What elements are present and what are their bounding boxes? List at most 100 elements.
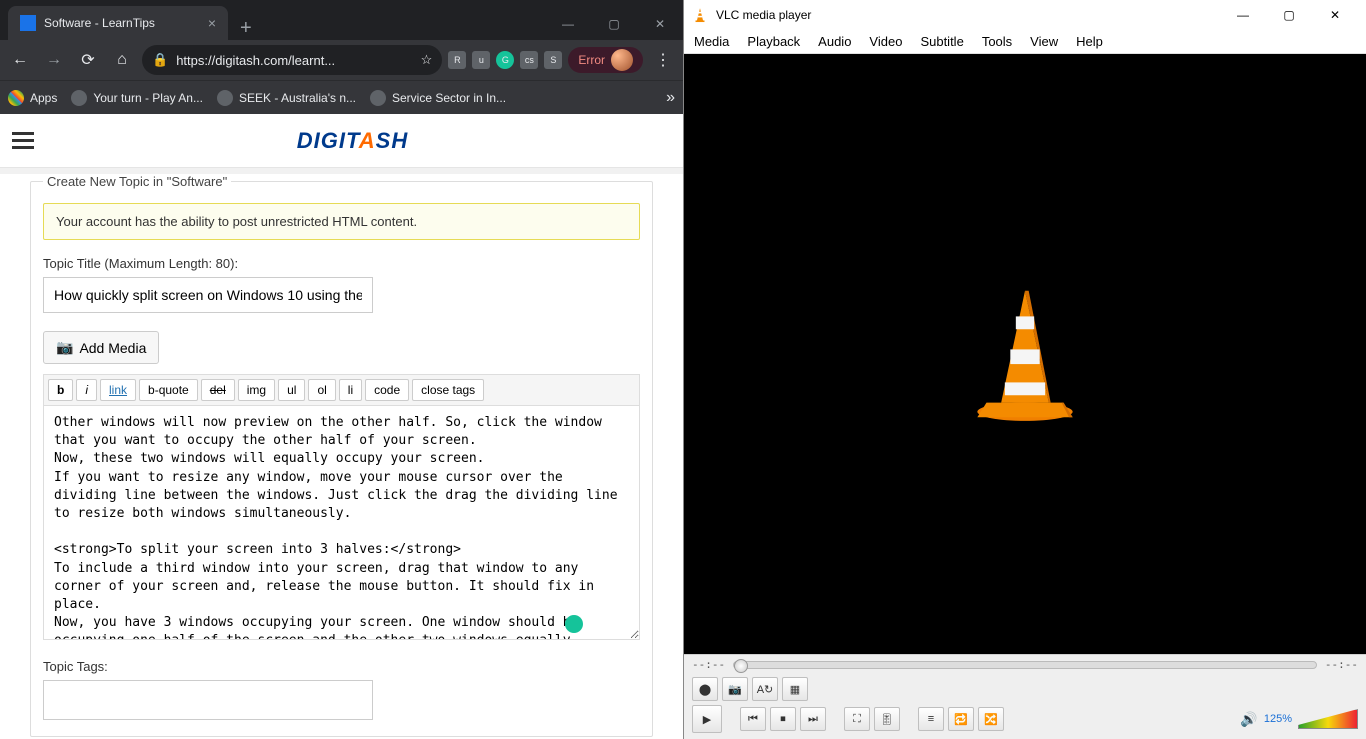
profile-avatar[interactable] [611,49,633,71]
reload-button[interactable]: ⟳ [74,46,102,74]
vlc-secondary-row: ⬤ 📷 A↻ ▦ [684,674,1366,701]
error-badge[interactable]: Error [568,47,643,73]
maximize-button[interactable]: ▢ [591,8,637,40]
vlc-seek-row: --:-- --:-- [684,655,1366,674]
bookmark-label: Service Sector in In... [392,91,506,105]
grammarly-ext-icon[interactable]: G [496,51,514,69]
quicktags-toolbar: b i link b-quote del img ul ol li code c… [43,374,640,405]
stop-button[interactable]: ⏹ [770,707,796,731]
bookmark-apps[interactable]: Apps [8,90,57,106]
vlc-menubar: Media Playback Audio Video Subtitle Tool… [684,30,1366,54]
tags-label: Topic Tags: [43,659,640,674]
atob-button[interactable]: A↻ [752,677,778,701]
qt-italic-button[interactable]: i [76,379,97,401]
extension-icon-4[interactable]: S [544,51,562,69]
star-icon[interactable]: ☆ [421,52,433,68]
add-media-button[interactable]: 📷 Add Media [43,331,159,364]
chrome-window-controls: — ▢ ✕ [545,8,683,40]
qt-bold-button[interactable]: b [48,379,73,401]
topic-tags-input[interactable] [43,680,373,720]
topic-title-input[interactable] [43,277,373,313]
volume-percent: 125% [1264,713,1292,725]
playlist-button[interactable]: ≡ [918,707,944,731]
bookmark-item-3[interactable]: Service Sector in In... [370,90,506,106]
tab-close-icon[interactable]: × [208,15,216,31]
kebab-menu-icon[interactable]: ⋮ [649,46,677,74]
tab-favicon [20,15,36,31]
hamburger-menu-icon[interactable] [12,132,34,149]
vlc-titlebar: VLC media player — ▢ ✕ [684,0,1366,30]
menu-subtitle[interactable]: Subtitle [920,34,963,49]
fullscreen-button[interactable]: ⛶ [844,707,870,731]
qt-del-button[interactable]: del [201,379,235,401]
forward-button[interactable]: → [40,46,68,74]
extension-icon-1[interactable]: R [448,51,466,69]
menu-help[interactable]: Help [1076,34,1103,49]
seek-slider[interactable] [733,661,1317,669]
extension-icon-3[interactable]: cs [520,51,538,69]
menu-tools[interactable]: Tools [982,34,1012,49]
qt-ul-button[interactable]: ul [278,379,305,401]
lock-icon: 🔒 [152,52,168,68]
vlc-video-area[interactable] [684,54,1366,654]
tab-title: Software - LearnTips [44,16,155,30]
time-elapsed: --:-- [692,658,725,671]
minimize-button[interactable]: — [545,8,591,40]
back-button[interactable]: ← [6,46,34,74]
menu-playback[interactable]: Playback [747,34,800,49]
qt-li-button[interactable]: li [339,379,362,401]
bookmark-item-1[interactable]: Your turn - Play An... [71,90,203,106]
next-button[interactable]: ⏭ [800,707,826,731]
vlc-title-text: VLC media player [716,8,811,22]
record-button[interactable]: ⬤ [692,677,718,701]
vlc-title: VLC media player [692,7,811,23]
vlc-controls-panel: --:-- --:-- ⬤ 📷 A↻ ▦ ▶ ⏮ ⏹ ⏭ ⛶ 🎚 ≡ 🔁 🔀 🔊 [684,654,1366,739]
vlc-window-controls: — ▢ ✕ [1220,0,1358,30]
bookmark-item-2[interactable]: SEEK - Australia's n... [217,90,356,106]
page-scroll[interactable]: DIGITASH Create New Topic in "Software" … [0,114,683,739]
add-media-label: Add Media [79,340,146,356]
menu-audio[interactable]: Audio [818,34,851,49]
url-text: https://digitash.com/learnt... [176,53,335,68]
vlc-maximize-button[interactable]: ▢ [1266,0,1312,30]
loop-button[interactable]: 🔁 [948,707,974,731]
new-tab-button[interactable]: + [228,17,264,40]
forum-legend: Create New Topic in "Software" [43,174,231,189]
chrome-titlebar: Software - LearnTips × + — ▢ ✕ [0,0,683,40]
menu-media[interactable]: Media [694,34,729,49]
site-logo[interactable]: DIGITASH [297,128,408,154]
extension-icon-2[interactable]: u [472,51,490,69]
vlc-minimize-button[interactable]: — [1220,0,1266,30]
qt-link-button[interactable]: link [100,379,136,401]
snapshot-button[interactable]: 📷 [722,677,748,701]
address-bar[interactable]: 🔒 https://digitash.com/learnt... ☆ [142,45,442,75]
home-button[interactable]: ⌂ [108,46,136,74]
bookmarks-bar: Apps Your turn - Play An... SEEK - Austr… [0,80,683,114]
vlc-window: VLC media player — ▢ ✕ Media Playback Au… [683,0,1366,739]
frame-button[interactable]: ▦ [782,677,808,701]
browser-tab[interactable]: Software - LearnTips × [8,6,228,40]
qt-close-button[interactable]: close tags [412,379,484,401]
qt-code-button[interactable]: code [365,379,409,401]
chrome-window: Software - LearnTips × + — ▢ ✕ ← → ⟳ ⌂ 🔒… [0,0,683,739]
menu-view[interactable]: View [1030,34,1058,49]
media-icon: 📷 [56,339,73,356]
speaker-icon[interactable]: 🔊 [1240,711,1257,728]
shuffle-button[interactable]: 🔀 [978,707,1004,731]
bookmarks-overflow-icon[interactable]: » [666,89,675,107]
chrome-toolbar: ← → ⟳ ⌂ 🔒 https://digitash.com/learnt...… [0,40,683,80]
qt-bquote-button[interactable]: b-quote [139,379,198,401]
vlc-close-button[interactable]: ✕ [1312,0,1358,30]
qt-img-button[interactable]: img [238,379,275,401]
page-viewport: DIGITASH Create New Topic in "Software" … [0,114,683,739]
site-header: DIGITASH [0,114,683,168]
menu-video[interactable]: Video [869,34,902,49]
close-button[interactable]: ✕ [637,8,683,40]
grammarly-indicator-icon[interactable] [565,615,583,633]
volume-slider[interactable] [1298,709,1358,729]
qt-ol-button[interactable]: ol [308,379,335,401]
content-editor[interactable] [43,405,640,640]
ext-settings-button[interactable]: 🎚 [874,707,900,731]
prev-button[interactable]: ⏮ [740,707,766,731]
play-button[interactable]: ▶ [692,705,722,733]
